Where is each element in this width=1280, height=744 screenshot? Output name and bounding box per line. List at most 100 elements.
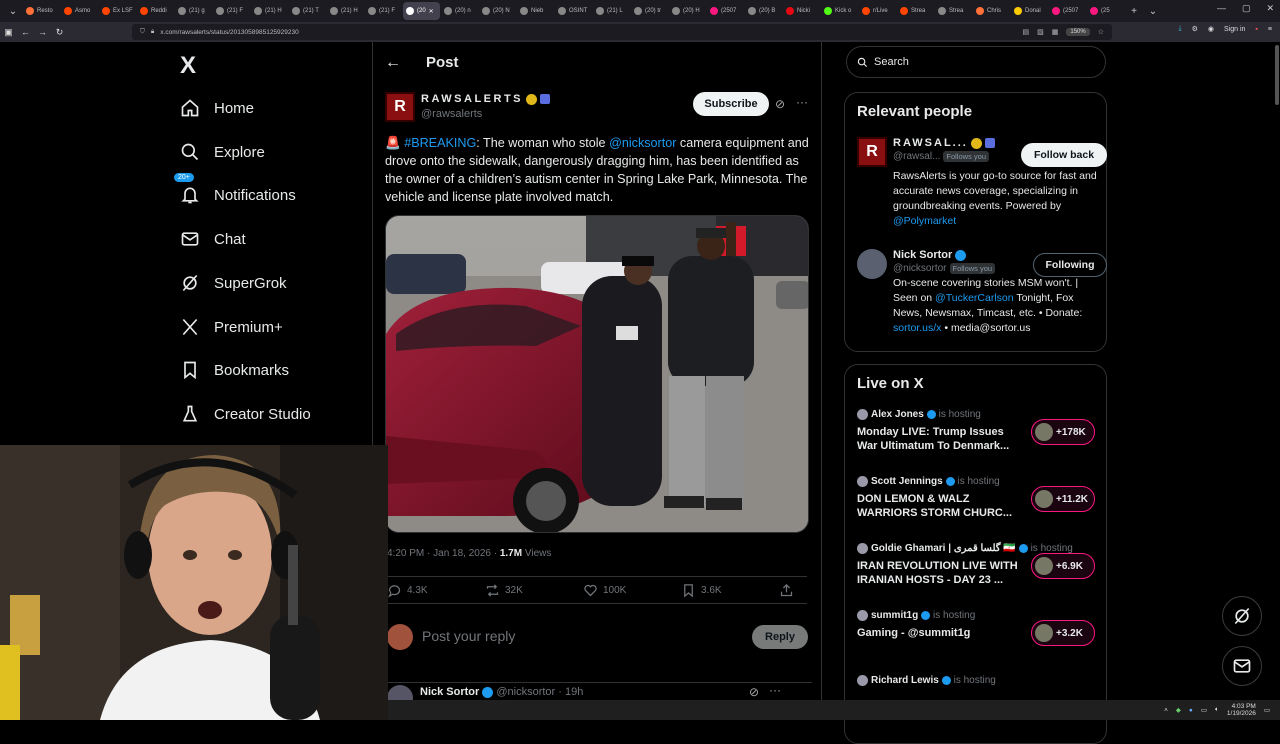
browser-tab[interactable]: r/Live [859,2,896,20]
sidebar-item-bookmarks[interactable]: Bookmarks [180,360,289,380]
reply-author-name[interactable]: Nick Sortor [420,686,479,698]
sidebar-item-explore[interactable]: Explore [180,142,265,162]
browser-tab[interactable]: (2507 [1049,2,1086,20]
reply-author-handle[interactable]: @nicksortor [496,686,555,698]
browser-tab[interactable]: Strea [935,2,972,20]
bio-link[interactable]: @TuckerCarlson [935,292,1014,304]
live-item[interactable]: Goldie Ghamari | گلسا قمری 🇮🇷 is hosting… [857,543,1102,593]
browser-tab[interactable]: Nicki [783,2,820,20]
tray-app-icon[interactable]: ◆ [1176,706,1181,714]
host-name[interactable]: Alex Jones [871,409,924,420]
bio-link[interactable]: @Polymarket [893,215,956,227]
live-item[interactable]: Alex Jones is hosting Monday LIVE: Trump… [857,409,1102,459]
browser-tab[interactable]: (25 [1087,2,1124,20]
back-arrow-icon[interactable]: ← [385,54,401,72]
menu-icon[interactable]: ≡ [1268,26,1272,33]
share-action[interactable] [779,583,799,598]
more-icon[interactable]: ··· [796,95,808,109]
browser-tab[interactable]: (21) H [327,2,364,20]
post-timestamp[interactable]: 4:20 PM · Jan 18, 2026 · 1.7M Views [387,548,551,559]
volume-icon[interactable]: 🔈︎ [1215,706,1219,714]
person-name[interactable]: RAWSAL... [893,137,968,149]
browser-tab[interactable]: Resto [23,2,60,20]
reply-button[interactable]: Reply [752,625,808,649]
picture-icon[interactable]: ▨ [1037,28,1044,36]
more-icon[interactable]: ··· [769,683,781,697]
tab-list-icon[interactable]: ⌄ [4,6,22,17]
sidebar-item-creator-studio[interactable]: Creator Studio [180,404,311,424]
x-logo[interactable]: X [180,52,196,80]
browser-tab[interactable]: (21) T [289,2,326,20]
sidebar-item-notifications[interactable]: 20+ Notifications [174,173,296,205]
reply-input[interactable]: Post your reply [422,628,515,644]
grok-icon[interactable]: ⊘ [775,97,785,111]
author-handle[interactable]: @rawsalerts [421,108,482,120]
reply-item[interactable]: Nick Sortor @nicksortor · 19h ⊘ ··· [387,682,812,711]
extension-icon[interactable]: ▪ [1255,26,1257,33]
new-tab-button[interactable]: + [1125,6,1143,17]
browser-tab[interactable]: (20) N [479,2,516,20]
browser-tab[interactable]: (21) F [213,2,250,20]
browser-tab[interactable]: (21) F [365,2,402,20]
extensions-icon[interactable]: ⚙ [1192,25,1198,33]
reader-icon[interactable]: ▤ [1022,28,1029,36]
close-tab-icon[interactable]: ✕ [429,8,434,15]
notification-icon[interactable]: ▭ [1264,706,1270,714]
person-avatar[interactable] [857,249,887,279]
live-listener-count[interactable]: +3.2K [1031,620,1095,646]
browser-tab[interactable]: Ex LSF [99,2,136,20]
author-avatar[interactable]: R [385,92,415,122]
repost-action[interactable]: 32K [485,583,583,598]
browser-tab[interactable]: Nieb [517,2,554,20]
back-icon[interactable]: ← [17,27,34,37]
translate-icon[interactable]: ▦ [1052,28,1059,36]
person-item[interactable]: Nick Sortor @nicksortor Follows you Follo… [857,249,1107,349]
bookmark-action[interactable]: 3.6K [681,583,779,598]
person-name[interactable]: Nick Sortor [893,249,952,261]
host-name[interactable]: summit1g [871,610,918,621]
url-bar[interactable]: ⛉ 🔒︎ x.com/rawsalerts/status/20130589851… [132,24,1112,40]
tab-overflow-icon[interactable]: ⌄ [1144,6,1162,17]
follow-back-button[interactable]: Follow back [1021,143,1107,167]
person-avatar[interactable]: R [857,137,887,167]
person-handle[interactable]: @rawsal... [893,151,940,162]
sidebar-item-premium[interactable]: Premium+ [180,317,283,337]
like-action[interactable]: 100K [583,583,681,598]
browser-tab[interactable]: (20 ✕ [403,2,440,20]
maximize-icon[interactable]: ▢ [1242,3,1251,14]
live-item[interactable]: summit1g is hosting Gaming - @summit1g +… [857,610,1102,660]
sign-in-label[interactable]: Sign in [1224,26,1245,33]
forward-icon[interactable]: → [34,27,51,37]
live-item[interactable]: Scott Jennings is hosting DON LEMON & WA… [857,476,1102,526]
host-name[interactable]: Goldie Ghamari | گلسا قمری 🇮🇷 [871,543,1016,554]
person-item[interactable]: R RAWSAL... @rawsal... Follows you Follow… [857,137,1107,247]
scrollbar[interactable] [1275,45,1279,105]
grok-fab-button[interactable] [1222,596,1262,636]
clock[interactable]: 4:03 PM 1/19/2026 [1227,703,1256,717]
person-handle[interactable]: @nicksortor [893,263,947,274]
tray-app-icon[interactable]: ● [1189,707,1193,714]
zoom-level[interactable]: 150% [1066,28,1090,36]
browser-tab[interactable]: (20) H [669,2,706,20]
reload-icon[interactable]: ↻ [51,27,68,38]
browser-tab[interactable]: Strea [897,2,934,20]
browser-tab[interactable]: Kick o [821,2,858,20]
tweet-photo[interactable] [385,215,809,533]
browser-tab[interactable]: (2507 [707,2,744,20]
following-button[interactable]: Following [1033,253,1107,277]
browser-tab[interactable]: OSINT [555,2,592,20]
sidebar-item-supergrok[interactable]: SuperGrok [180,273,287,293]
tray-chevron-icon[interactable]: ˄ [1164,707,1168,714]
sidebar-item-home[interactable]: Home [180,98,254,118]
subscribe-button[interactable]: Subscribe [693,92,769,116]
close-window-icon[interactable]: ✕ [1266,3,1274,14]
host-name[interactable]: Scott Jennings [871,476,943,487]
browser-tab[interactable]: (20) B [745,2,782,20]
download-icon[interactable]: ⤓ [1179,25,1182,33]
network-icon[interactable]: ▭ [1201,706,1207,714]
mention-link[interactable]: @nicksortor [609,136,676,150]
browser-tab[interactable]: (20) n [441,2,478,20]
browser-tab[interactable]: Chris [973,2,1010,20]
messages-fab-button[interactable] [1222,646,1262,686]
search-input[interactable]: Search [874,56,909,68]
